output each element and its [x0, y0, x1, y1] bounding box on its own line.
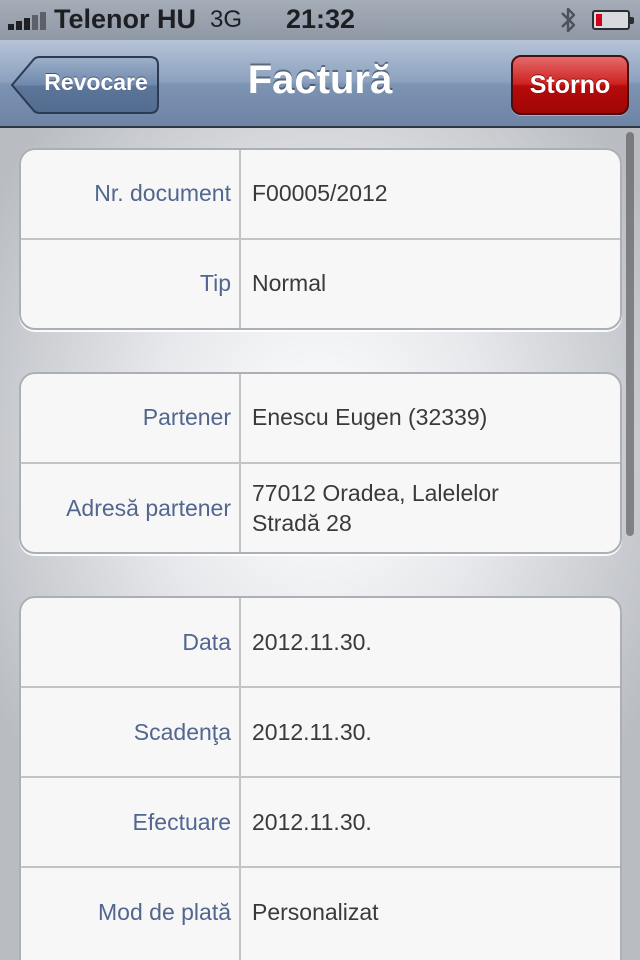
row-value: F00005/2012 — [252, 180, 388, 206]
scroll-indicator[interactable] — [626, 132, 634, 536]
row-label: Mod de plată — [98, 899, 231, 925]
row-label: Efectuare — [132, 809, 231, 835]
row-label: Nr. document — [94, 180, 231, 206]
row-value: 2012.11.30. — [252, 809, 372, 835]
table-row[interactable]: Adresă partener 77012 Oradea, Lalelelor … — [21, 464, 620, 552]
row-label: Partener — [142, 404, 231, 430]
row-label: Scadenţa — [133, 719, 231, 745]
table-row[interactable]: Scadenţa 2012.11.30. — [21, 688, 620, 778]
row-value: 2012.11.30. — [252, 629, 372, 655]
table-row[interactable]: Nr. document F00005/2012 — [21, 150, 620, 240]
table-row[interactable]: Tip Normal — [21, 240, 620, 328]
table-row[interactable]: Partener Enescu Eugen (32339) — [21, 374, 620, 464]
signal-strength-icon — [8, 10, 48, 30]
status-time: 21:32 — [286, 4, 356, 34]
document-info-group: Nr. document F00005/2012 Tip Normal — [19, 148, 622, 330]
battery-icon — [592, 10, 634, 30]
row-value: 77012 Oradea, Lalelelor — [252, 480, 499, 506]
row-value: Normal — [252, 270, 327, 296]
row-value: Enescu Eugen (32339) — [252, 404, 488, 430]
back-button-label: Revocare — [44, 69, 148, 95]
dates-payment-group: Data 2012.11.30. Scadenţa 2012.11.30. Ef… — [19, 596, 622, 960]
row-value: 2012.11.30. — [252, 719, 372, 745]
row-value-line-2: Stradă 28 — [252, 510, 352, 536]
revocare-back-button[interactable]: Revocare — [10, 56, 160, 114]
row-value: Personalizat — [252, 899, 379, 925]
table-row[interactable]: Efectuare 2012.11.30. — [21, 778, 620, 868]
network-type: 3G — [210, 6, 243, 33]
row-label: Tip — [199, 270, 231, 296]
table-row[interactable]: Mod de plată Personalizat — [21, 868, 620, 960]
partner-info-group: Partener Enescu Eugen (32339) Adresă par… — [19, 372, 622, 554]
table-row[interactable]: Data 2012.11.30. — [21, 598, 620, 688]
navigation-bar: Revocare Factură Storno — [0, 40, 640, 128]
carrier-name: Telenor HU — [54, 4, 197, 34]
bluetooth-icon — [561, 7, 576, 33]
status-bar: Telenor HU 3G 21:32 — [0, 0, 640, 40]
storno-button[interactable]: Storno — [511, 55, 629, 115]
page-title: Factură — [247, 58, 393, 102]
row-label: Adresă partener — [66, 495, 231, 521]
row-label: Data — [182, 629, 231, 655]
